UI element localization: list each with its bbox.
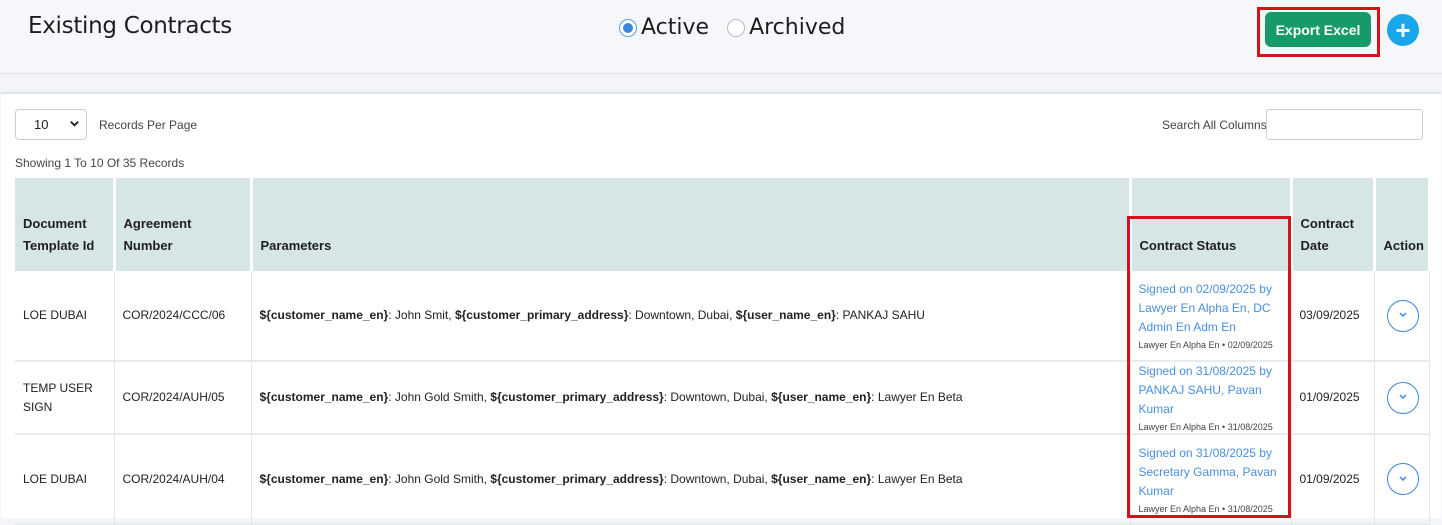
column-header-action: Action bbox=[1374, 178, 1431, 271]
export-excel-button[interactable]: Export Excel bbox=[1265, 12, 1371, 47]
records-per-page-select[interactable]: 10 bbox=[15, 109, 87, 140]
table-row: LOE DUBAI COR/2024/CCC/06 ${customer_nam… bbox=[15, 271, 1430, 362]
row-action-button[interactable] bbox=[1386, 299, 1419, 332]
add-contract-button[interactable]: + bbox=[1387, 14, 1419, 46]
parameters-cell: ${customer_name_en}: John Gold Smith, ${… bbox=[251, 361, 1131, 435]
status-meta: Lawyer En Alpha En • 31/08/2025 bbox=[1138, 422, 1273, 432]
search-input[interactable] bbox=[1266, 109, 1423, 140]
parameters-cell: ${customer_name_en}: John Gold Smith, ${… bbox=[251, 434, 1131, 525]
chevron-down-icon bbox=[69, 118, 80, 132]
archived-radio-label[interactable]: Archived bbox=[749, 15, 845, 40]
active-radio-label[interactable]: Active bbox=[641, 15, 709, 40]
records-count-text: Showing 1 To 10 Of 35 Records bbox=[15, 156, 185, 170]
template-id-cell: LOE DUBAI bbox=[15, 271, 115, 362]
status-link[interactable]: Signed on 31/08/2025 by Secretary Gamma,… bbox=[1139, 444, 1283, 501]
contract-date-cell: 03/09/2025 bbox=[1291, 271, 1375, 362]
template-id-cell: TEMP USER SIGN bbox=[15, 361, 115, 435]
table-row: TEMP USER SIGN COR/2024/AUH/05 ${customer… bbox=[15, 361, 1430, 435]
table-header-row: Document Template Id Agreement Number Pa… bbox=[15, 178, 1431, 271]
contracts-panel: 10 Records Per Page Search All Columns S… bbox=[1, 92, 1441, 525]
status-filter: Active Archived bbox=[619, 15, 863, 40]
agreement-number-cell: COR/2024/AUH/05 bbox=[114, 361, 252, 435]
column-header-contract-status[interactable]: Contract Status bbox=[1130, 178, 1293, 271]
records-per-page-value: 10 bbox=[34, 117, 49, 132]
contract-status-cell: Signed on 02/09/2025 by Lawyer En Alpha … bbox=[1130, 271, 1292, 362]
action-cell bbox=[1374, 434, 1430, 525]
top-bar: Existing Contracts Active Archived Expor… bbox=[0, 0, 1442, 74]
contract-status-cell: Signed on 31/08/2025 by PANKAJ SAHU, Pav… bbox=[1130, 361, 1292, 435]
chevron-down-icon bbox=[1398, 306, 1407, 325]
search-label: Search All Columns bbox=[1162, 118, 1267, 132]
contract-status-cell: Signed on 31/08/2025 by Secretary Gamma,… bbox=[1130, 434, 1292, 525]
column-header-parameters[interactable]: Parameters bbox=[251, 178, 1132, 271]
table-row: LOE DUBAI COR/2024/AUH/04 ${customer_nam… bbox=[15, 434, 1430, 525]
records-per-page-label: Records Per Page bbox=[99, 118, 198, 132]
contract-date-cell: 01/09/2025 bbox=[1291, 361, 1375, 435]
status-link[interactable]: Signed on 02/09/2025 by Lawyer En Alpha … bbox=[1139, 280, 1283, 337]
plus-circle-icon: + bbox=[1395, 15, 1411, 45]
column-header-template-id[interactable]: Document Template Id bbox=[15, 178, 116, 271]
chevron-down-icon bbox=[1398, 470, 1407, 489]
action-cell bbox=[1374, 361, 1430, 435]
agreement-number-cell: COR/2024/CCC/06 bbox=[114, 271, 252, 362]
archived-radio[interactable] bbox=[727, 18, 746, 37]
row-action-button[interactable] bbox=[1386, 463, 1419, 495]
column-header-agreement-number[interactable]: Agreement Number bbox=[114, 178, 253, 271]
status-meta: Lawyer En Alpha En • 31/08/2025 bbox=[1138, 503, 1273, 514]
action-cell bbox=[1374, 271, 1430, 362]
template-id-cell: LOE DUBAI bbox=[15, 434, 115, 525]
column-header-contract-date[interactable]: Contract Date bbox=[1291, 178, 1376, 271]
parameters-cell: ${customer_name_en}: John Smit, ${custom… bbox=[251, 271, 1131, 362]
chevron-down-icon bbox=[1398, 388, 1407, 407]
contract-date-cell: 01/09/2025 bbox=[1291, 434, 1375, 525]
contracts-table: Document Template Id Agreement Number Pa… bbox=[15, 178, 1431, 525]
status-link[interactable]: Signed on 31/08/2025 by PANKAJ SAHU, Pav… bbox=[1139, 362, 1283, 419]
status-meta: Lawyer En Alpha En • 02/09/2025 bbox=[1138, 340, 1273, 350]
row-action-button[interactable] bbox=[1386, 381, 1419, 414]
page-title: Existing Contracts bbox=[28, 13, 232, 39]
agreement-number-cell: COR/2024/AUH/04 bbox=[114, 434, 252, 525]
active-radio[interactable] bbox=[619, 18, 637, 37]
